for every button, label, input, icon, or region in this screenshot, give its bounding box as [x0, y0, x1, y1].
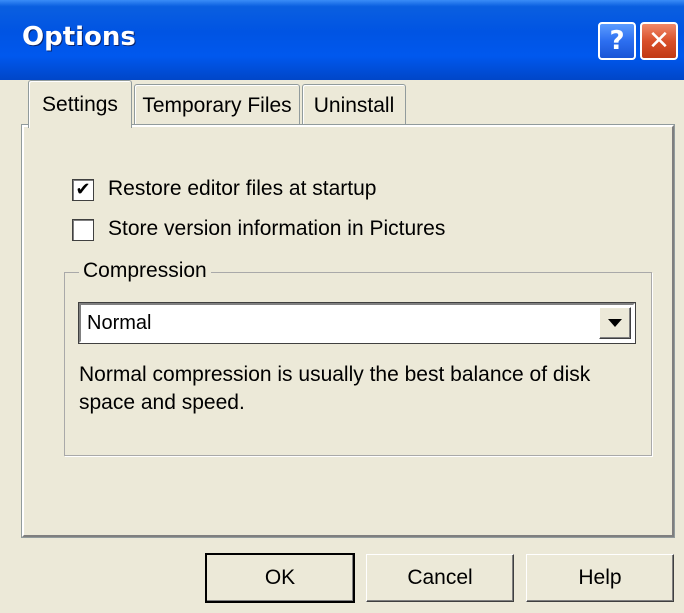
- compression-groupbox: Compression Normal Normal compression is…: [64, 259, 652, 456]
- window-title: Options: [22, 22, 136, 52]
- help-title-button[interactable]: ?: [598, 22, 636, 60]
- dropdown-arrow-button[interactable]: [599, 307, 631, 339]
- settings-tab-panel: ✔ Restore editor files at startup Store …: [21, 124, 675, 538]
- close-icon: ✕: [648, 26, 670, 56]
- tab-label: Settings: [42, 92, 118, 116]
- tab-temporary-files[interactable]: Temporary Files: [134, 84, 300, 126]
- store-version-info-checkbox[interactable]: [72, 219, 94, 241]
- ok-button[interactable]: OK: [205, 553, 355, 603]
- store-version-info-label[interactable]: Store version information in Pictures: [108, 217, 445, 241]
- tab-uninstall[interactable]: Uninstall: [302, 84, 406, 126]
- options-dialog: Options ? ✕ Settings Temporary Files Uni…: [0, 0, 684, 613]
- close-button[interactable]: ✕: [640, 22, 678, 60]
- checkmark-icon: ✔: [75, 179, 91, 200]
- restore-editor-files-checkbox[interactable]: ✔: [72, 179, 94, 201]
- chevron-down-icon: [608, 319, 622, 327]
- compression-dropdown[interactable]: Normal: [78, 302, 636, 344]
- tab-settings[interactable]: Settings: [28, 80, 132, 128]
- question-mark-icon: ?: [609, 26, 625, 56]
- help-button-label: Help: [578, 566, 622, 589]
- help-button[interactable]: Help: [526, 554, 674, 602]
- cancel-button[interactable]: Cancel: [366, 554, 514, 602]
- tab-label: Uninstall: [313, 93, 395, 117]
- ok-button-label: OK: [264, 566, 296, 589]
- restore-editor-files-label[interactable]: Restore editor files at startup: [108, 177, 376, 201]
- tab-label: Temporary Files: [142, 93, 292, 117]
- compression-group-title: Compression: [79, 259, 211, 283]
- compression-selected-value: Normal: [87, 312, 152, 334]
- title-bar[interactable]: Options ? ✕: [0, 0, 684, 80]
- cancel-button-label: Cancel: [407, 566, 473, 589]
- compression-description: Normal compression is usually the best b…: [79, 363, 591, 414]
